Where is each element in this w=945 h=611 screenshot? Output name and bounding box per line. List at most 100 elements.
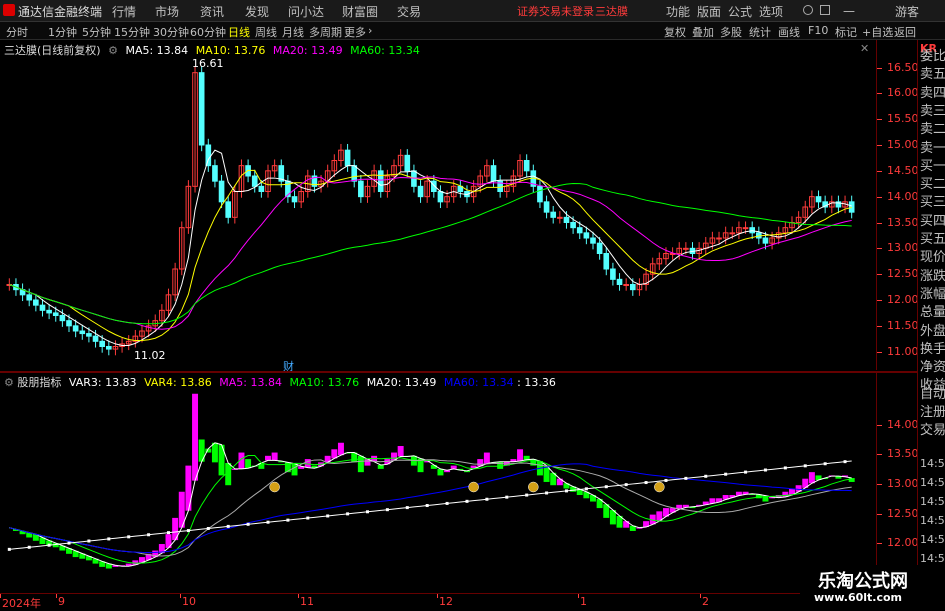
candle-body xyxy=(377,170,384,192)
y-tick-mark xyxy=(877,325,882,327)
menu-layout[interactable]: 版面 xyxy=(697,3,721,20)
y-tick-mark xyxy=(877,351,882,353)
x-tick-mark xyxy=(56,594,57,598)
period-tab[interactable]: 5分钟 xyxy=(82,24,111,40)
baseline-dot xyxy=(624,483,628,487)
y-tick-label: 11.00 xyxy=(887,344,919,358)
period-tab[interactable]: 周线 xyxy=(255,24,277,40)
candle-body xyxy=(543,201,550,213)
ma60-line xyxy=(9,182,852,325)
period-tab[interactable]: 15分钟 xyxy=(114,24,150,40)
menu-formula[interactable]: 公式 xyxy=(728,3,752,20)
candle-body xyxy=(358,180,364,198)
baseline-dot xyxy=(545,491,549,495)
minimize-icon[interactable]: — xyxy=(843,4,855,18)
x-tick-label: 1 xyxy=(580,595,587,608)
baseline-dot xyxy=(843,460,847,464)
baseline-dot xyxy=(604,485,608,489)
candle-body xyxy=(46,309,52,314)
menu-wealth[interactable]: 财富圈 xyxy=(342,3,378,20)
login-status[interactable]: 证券交易未登录 xyxy=(517,3,594,19)
menu-trade[interactable]: 交易 xyxy=(397,3,421,20)
period-tab-active[interactable]: 日线 xyxy=(228,24,250,40)
period-tab[interactable]: 月线 xyxy=(282,24,304,40)
menu-quotes[interactable]: 行情 xyxy=(112,3,136,20)
quote-panel: KR 委比 卖五 卖四 卖三 卖二 卖一 买一 买二 买三 买四 买五 现价 涨跌 涨幅 总量 外盘 换手 净资 收益… xyxy=(917,40,945,609)
candle-body xyxy=(437,191,444,203)
baseline-dot xyxy=(823,462,827,466)
window-icon[interactable] xyxy=(820,5,830,15)
menu-ask[interactable]: 问小达 xyxy=(288,3,324,20)
main-chart-panel[interactable]: 三达膜(日线前复权) ⚙ MA5: 13.84 MA10: 13.76 MA20… xyxy=(0,40,876,373)
baseline-dot xyxy=(803,464,807,468)
indicator-bar xyxy=(848,478,855,482)
candlestick-chart[interactable] xyxy=(0,40,876,370)
tool-multi[interactable]: 多股 xyxy=(720,24,742,40)
period-tab-more[interactable]: 更多 xyxy=(344,24,366,40)
baseline-dot xyxy=(27,545,31,549)
period-toolbar: 分时 1分钟 5分钟 15分钟 30分钟 60分钟 日线 周线 月线 多周期 更… xyxy=(0,22,945,40)
menu-function[interactable]: 功能 xyxy=(666,3,690,20)
indicator-bar xyxy=(483,452,490,464)
indicator-chart[interactable] xyxy=(0,373,876,593)
ma5-line xyxy=(9,149,852,346)
quote-field-label: 换手 xyxy=(920,341,945,357)
menu-discover[interactable]: 发现 xyxy=(245,3,269,20)
y-tick-label: 12.00 xyxy=(887,293,919,306)
baseline-dot xyxy=(7,547,11,551)
candle-body xyxy=(404,154,411,172)
candle-body xyxy=(26,294,33,301)
baseline-dot xyxy=(684,476,688,480)
y-tick-label: 12.50 xyxy=(887,267,919,281)
tool-draw[interactable]: 画线 xyxy=(778,24,800,40)
baseline-dot xyxy=(704,474,708,478)
candle-body xyxy=(557,216,563,219)
candle-body xyxy=(291,196,298,203)
indicator-line-0 xyxy=(9,442,852,567)
x-tick-mark xyxy=(578,594,579,598)
candle-body xyxy=(550,211,557,218)
menu-market[interactable]: 市场 xyxy=(155,3,179,20)
tool-add-fav[interactable]: +自选 xyxy=(862,24,893,40)
indicator-bar xyxy=(185,465,192,511)
baseline-dot xyxy=(365,510,369,514)
baseline-dot xyxy=(127,535,131,539)
quote-field-label: 卖二 xyxy=(920,122,945,138)
tool-rights[interactable]: 复权 xyxy=(664,24,686,40)
period-tab[interactable]: 分时 xyxy=(6,24,28,40)
quote-field-label: 自动 xyxy=(920,387,945,402)
menu-options[interactable]: 选项 xyxy=(759,3,783,20)
tool-back[interactable]: 返回 xyxy=(894,24,916,40)
y-tick-mark xyxy=(877,454,882,456)
candle-body xyxy=(576,227,583,234)
indicator-panel[interactable]: ⚙ 股朋指标 VAR3: 13.83 VAR4: 13.86 MA5: 13.8… xyxy=(0,373,876,593)
baseline-dot xyxy=(107,537,111,541)
baseline-dot xyxy=(664,478,668,482)
period-tab[interactable]: 30分钟 xyxy=(153,24,189,40)
y-tick-label: 13.00 xyxy=(887,241,919,255)
candle-body xyxy=(79,330,86,335)
money-bag-icon xyxy=(468,481,479,493)
candle-body xyxy=(729,232,736,235)
candle-body xyxy=(344,149,351,167)
tool-stats[interactable]: 统计 xyxy=(749,24,771,40)
candle-body xyxy=(105,346,112,350)
period-tab[interactable]: 1分钟 xyxy=(48,24,77,40)
y-tick-mark xyxy=(877,67,882,69)
menu-news[interactable]: 资讯 xyxy=(200,3,224,20)
y-tick-mark xyxy=(877,300,882,301)
period-tab[interactable]: 60分钟 xyxy=(190,24,226,40)
tool-f10[interactable]: F10 xyxy=(808,24,828,37)
tool-mark[interactable]: 标记 xyxy=(835,24,857,40)
candle-body xyxy=(205,144,212,167)
y-tick-mark xyxy=(877,424,882,426)
chevron-right-icon[interactable]: › xyxy=(368,24,372,37)
close-icon[interactable]: ✕ xyxy=(860,42,869,55)
candle-body xyxy=(616,278,623,285)
x-tick-mark xyxy=(437,594,438,598)
guest-label[interactable]: 游客 xyxy=(895,3,919,20)
candle-body xyxy=(596,242,603,255)
user-icon[interactable] xyxy=(803,5,813,15)
period-tab[interactable]: 多周期 xyxy=(309,24,342,40)
tool-overlay[interactable]: 叠加 xyxy=(692,24,714,40)
